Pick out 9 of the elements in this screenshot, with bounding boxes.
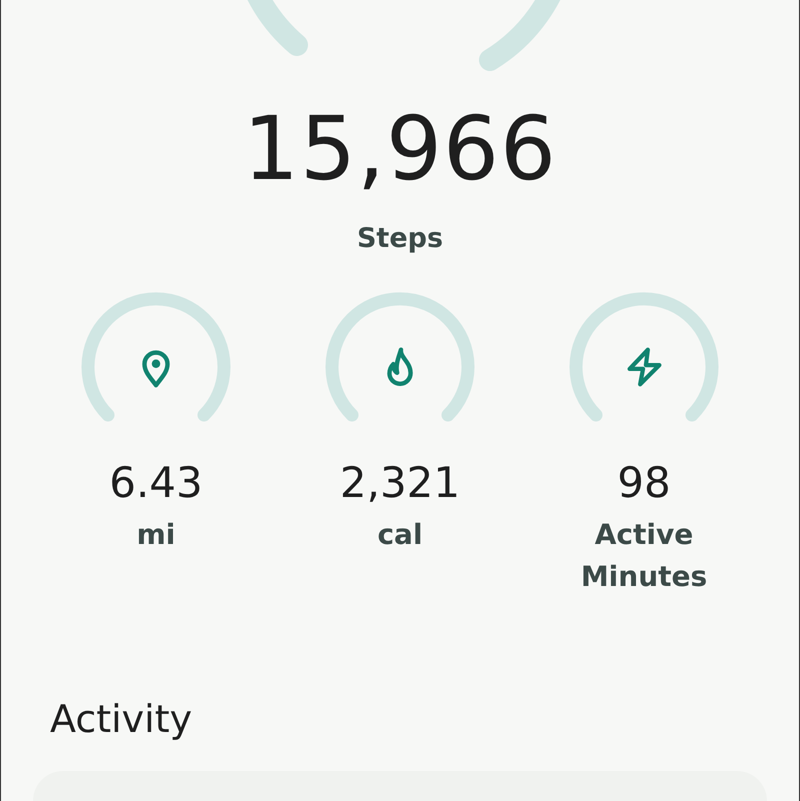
metric-label: cal [377,517,423,553]
metric-label: Active Minutes [580,517,708,595]
metric-value: 98 [617,462,671,504]
section-heading: Activity [50,697,192,741]
metric-label: mi [136,517,176,553]
metric-value: 2,321 [340,462,460,504]
metric-value: 6.43 [109,462,203,504]
steps-count: 15,966 [243,105,557,193]
steps-label: Steps [356,223,444,254]
